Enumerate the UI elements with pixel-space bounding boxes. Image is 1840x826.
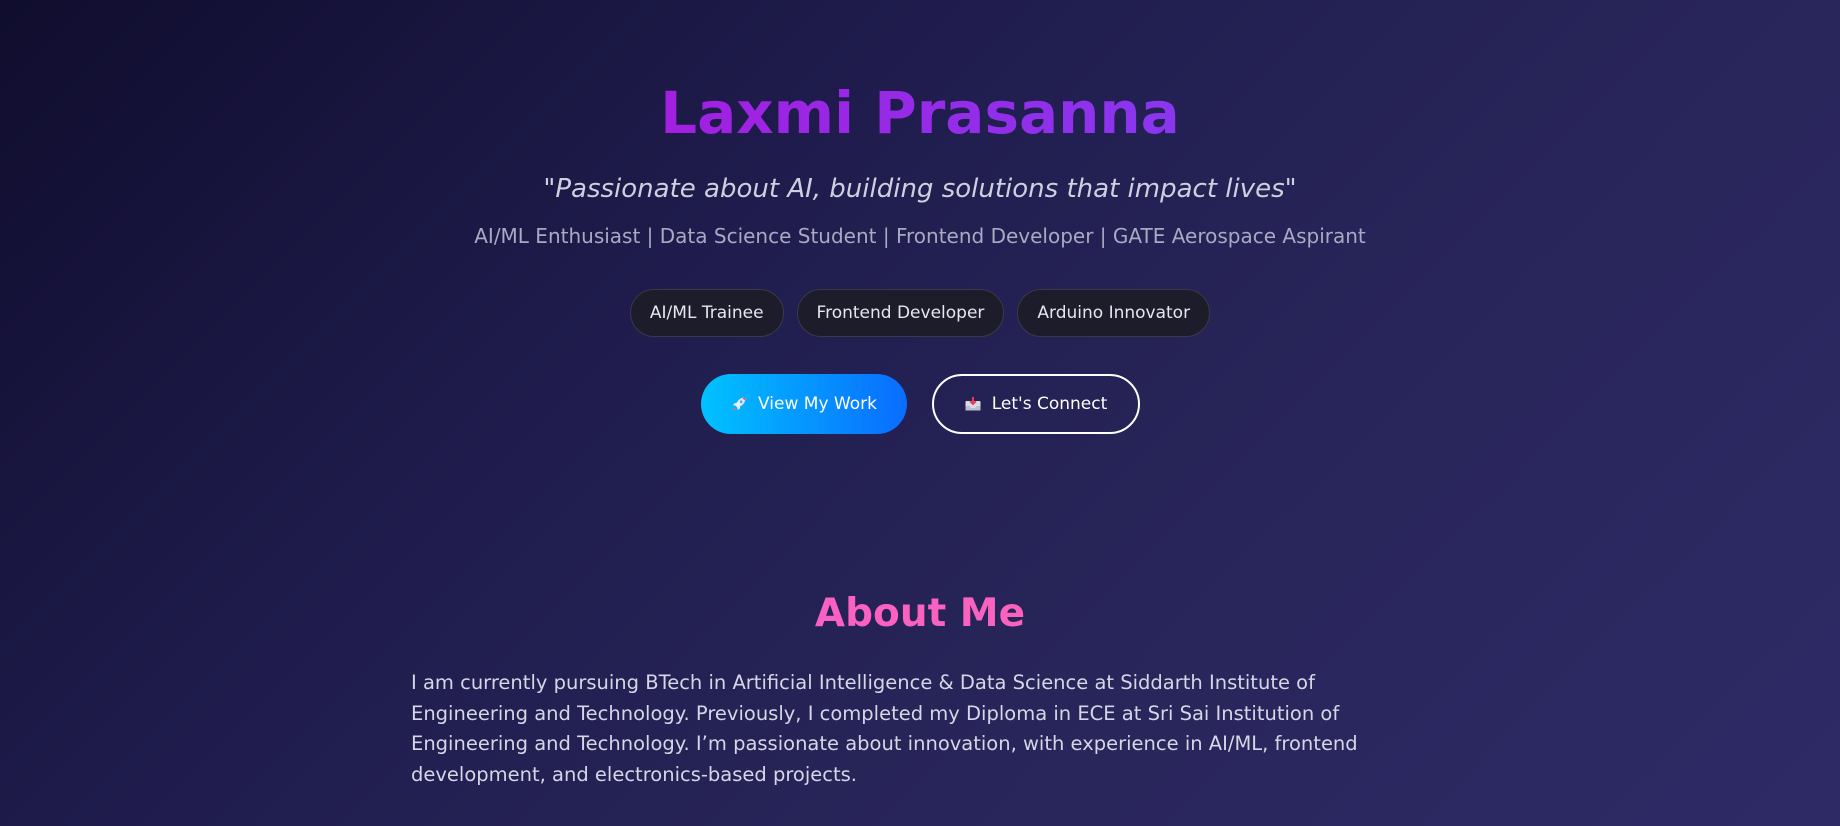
view-my-work-label: View My Work: [758, 394, 877, 414]
skill-chips: AI/ML Trainee Frontend Developer Arduino…: [0, 289, 1840, 337]
view-my-work-button[interactable]: View My Work: [700, 374, 907, 434]
about-text: I am currently pursuing BTech in Artific…: [411, 671, 1358, 786]
about-title: About Me: [0, 588, 1840, 640]
lets-connect-label: Let's Connect: [991, 394, 1108, 414]
hero-roles: AI/ML Enthusiast | Data Science Student …: [474, 224, 1366, 248]
chip-frontend-developer: Frontend Developer: [796, 289, 1005, 337]
cta-row: View My Work Let's Connect: [0, 374, 1840, 434]
chip-ai-ml-trainee: AI/ML Trainee: [629, 289, 784, 337]
inbox-tray-icon: [964, 396, 982, 412]
chip-arduino-innovator: Arduino Innovator: [1017, 289, 1211, 337]
hero-name-container: Laxmi Prasanna: [0, 72, 1840, 154]
hero-name: Laxmi Prasanna: [660, 72, 1180, 154]
hero-tagline: "Passionate about AI, building solutions…: [543, 174, 1297, 204]
rocket-icon: [730, 395, 748, 413]
lets-connect-button[interactable]: Let's Connect: [931, 374, 1140, 434]
